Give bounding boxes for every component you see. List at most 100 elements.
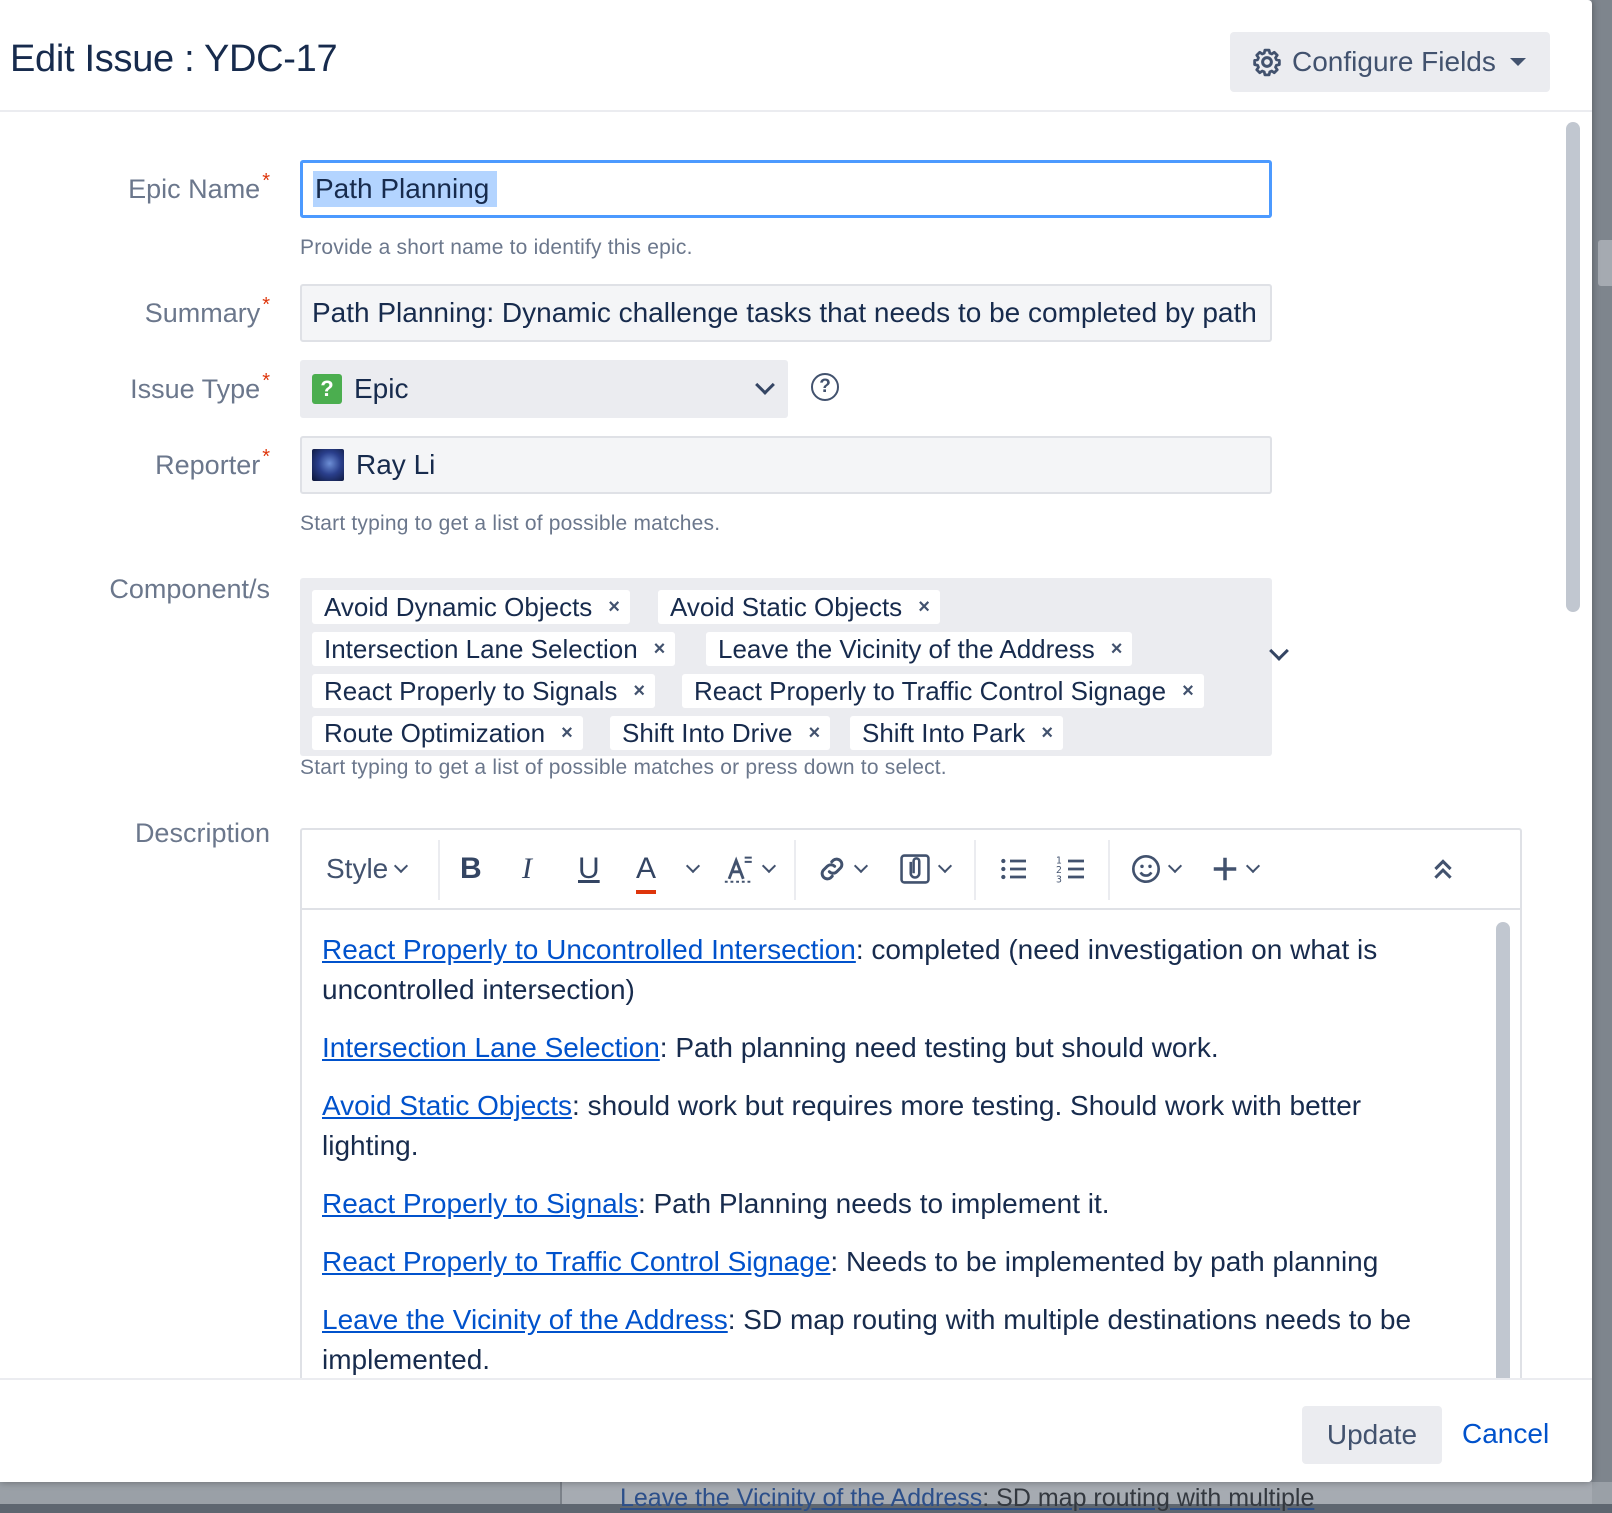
component-chip: Shift Into Drive × [610,716,831,750]
dialog-scrollbar[interactable] [1566,122,1580,612]
bullet-list-icon [1001,858,1026,880]
cancel-link[interactable]: Cancel [1462,1418,1549,1450]
component-chip: Intersection Lane Selection × [312,632,676,666]
summary-label: Summary * [144,294,270,328]
description-paragraph: React Properly to Traffic Control Signag… [322,1246,1379,1277]
dialog-header: Edit Issue : YDC-17 Configure Fields [0,0,1592,112]
description-editor: Style B I U A 1 2 3 React Properly to Un… [300,828,1522,1378]
required-marker: * [262,370,270,392]
remove-icon[interactable]: × [633,680,645,703]
reporter-label: Reporter * [155,446,270,480]
component-chip: React Properly to Signals × [312,674,656,708]
chevron-down-icon [685,858,701,874]
link-button[interactable] [816,848,869,890]
issue-type-select[interactable]: ? Epic [300,360,788,418]
chevron-down-icon [394,858,409,874]
bold-button[interactable]: B [460,848,482,890]
description-paragraph: React Properly to Signals: Path Planning… [322,1188,1110,1219]
summary-value: Path Planning: Dynamic challenge tasks t… [312,297,1257,328]
chevron-down-icon [853,858,869,874]
remove-icon[interactable]: × [608,596,620,619]
editor-scrollbar[interactable] [1496,922,1510,1378]
link-icon [820,857,844,881]
description-link[interactable]: React Properly to Signals [322,1188,638,1219]
issue-type-value: Epic [354,373,409,404]
text-effects-button[interactable] [722,848,777,890]
description-paragraph: Avoid Static Objects: should work but re… [322,1090,1362,1161]
emoji-button[interactable] [1130,848,1183,890]
toolbar-divider [1108,840,1110,900]
configure-fields-button[interactable]: Configure Fields [1230,32,1550,92]
chevron-down-icon [755,375,775,395]
summary-input[interactable]: Path Planning: Dynamic challenge tasks t… [300,284,1272,342]
chevron-down-icon [937,858,953,874]
dialog-title: Edit Issue : YDC-17 [10,38,338,80]
component-chip: React Properly to Traffic Control Signag… [682,674,1204,708]
svg-text:3: 3 [1056,874,1062,885]
collapse-toolbar-button[interactable] [1430,848,1456,890]
description-link[interactable]: Avoid Static Objects [322,1090,572,1121]
help-icon[interactable]: ? [811,373,839,401]
background-description-link: Leave the Vicinity of the Address: SD ma… [620,1484,1315,1512]
chevron-down-icon [761,858,777,874]
bullet-list-button[interactable] [998,848,1030,890]
component-chip: Leave the Vicinity of the Address × [706,632,1133,666]
numbered-list-button[interactable]: 1 2 3 [1056,848,1088,890]
background-right-strip [1592,0,1612,1504]
avatar [312,449,344,481]
numbered-list-icon: 1 2 3 [1056,856,1084,885]
remove-icon[interactable]: × [1182,680,1194,703]
chevron-down-icon[interactable] [1269,641,1289,661]
dialog-footer: Update Cancel [0,1378,1592,1482]
components-multiselect[interactable]: Avoid Dynamic Objects × Avoid Static Obje… [300,578,1272,756]
required-marker: * [262,446,270,468]
epic-name-help: Provide a short name to identify this ep… [300,236,693,259]
attachment-icon [900,854,930,884]
toolbar-divider [794,840,796,900]
style-dropdown[interactable]: Style [326,848,409,890]
description-link[interactable]: React Properly to Traffic Control Signag… [322,1246,830,1277]
description-link[interactable]: React Properly to Uncontrolled Intersect… [322,934,856,965]
toolbar-divider [974,840,976,900]
component-chip: Avoid Dynamic Objects × [312,590,630,624]
remove-icon[interactable]: × [654,638,666,661]
gear-icon [1253,48,1281,77]
epic-name-label: Epic Name * [128,170,270,204]
text-color-button[interactable]: A [636,848,657,894]
components-label: Component/s [109,574,270,604]
italic-button[interactable]: I [522,848,532,890]
configure-fields-label: Configure Fields [1292,46,1496,77]
double-chevron-up-icon [1434,859,1452,879]
description-paragraph: Intersection Lane Selection: Path planni… [322,1032,1219,1063]
description-paragraph: Leave the Vicinity of the Address: SD ma… [322,1304,1412,1375]
underline-button[interactable]: U [578,848,600,890]
chevron-down-icon [1167,858,1183,874]
issue-type-label: Issue Type * [130,370,270,404]
dialog-body: Epic Name * Path Planning Provide a short… [0,114,1592,1378]
update-button[interactable]: Update [1302,1406,1442,1464]
remove-icon[interactable]: × [918,596,930,619]
components-help: Start typing to get a list of possible m… [300,756,947,779]
component-chip: Route Optimization × [312,716,583,750]
remove-icon[interactable]: × [561,722,573,745]
remove-icon[interactable]: × [1111,638,1123,661]
description-paragraph: React Properly to Uncontrolled Intersect… [322,934,1378,1005]
text-color-dropdown[interactable] [680,848,701,890]
reporter-help: Start typing to get a list of possible m… [300,512,721,535]
chevron-down-icon [1245,858,1261,874]
insert-more-button[interactable] [1210,848,1261,890]
remove-icon[interactable]: × [809,722,821,745]
toolbar-divider [438,840,440,900]
plus-icon [1213,857,1237,881]
emoji-icon [1132,855,1160,883]
remove-icon[interactable]: × [1041,722,1053,745]
description-content[interactable]: React Properly to Uncontrolled Intersect… [302,912,1482,1378]
background-side-tab [1598,240,1612,286]
description-link[interactable]: Leave the Vicinity of the Address [322,1304,728,1335]
reporter-input[interactable]: Ray Li [300,436,1272,494]
component-chip: Shift Into Park × [850,716,1063,750]
component-chip: Avoid Static Objects × [658,590,940,624]
epic-name-input[interactable]: Path Planning [300,160,1272,218]
attachment-button[interactable] [898,848,953,890]
description-link[interactable]: Intersection Lane Selection [322,1032,660,1063]
